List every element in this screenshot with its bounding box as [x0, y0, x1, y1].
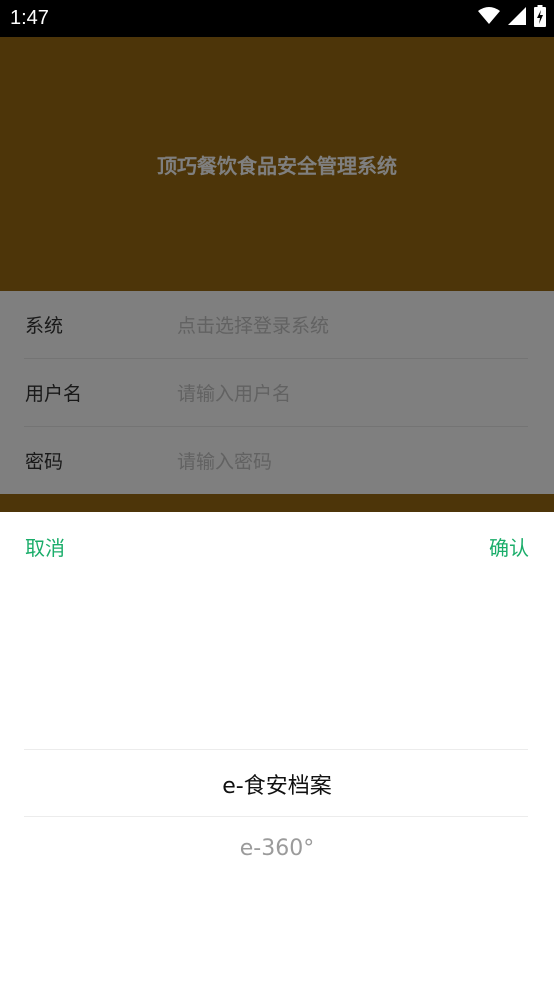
status-time: 1:47	[10, 7, 49, 29]
screen: 1:47 顶巧餐饮食品安全管理系统	[0, 0, 554, 986]
picker-selection-line-top	[24, 749, 528, 750]
confirm-button[interactable]: 确认	[489, 532, 529, 561]
picker-selection-line-bottom	[24, 816, 528, 817]
cellular-signal-icon	[508, 7, 526, 29]
wifi-icon	[478, 7, 500, 29]
cancel-button[interactable]: 取消	[25, 532, 65, 561]
dim-overlay[interactable]	[0, 37, 554, 512]
battery-charging-icon	[534, 5, 546, 31]
picker-option[interactable]: e-食安档案	[0, 768, 554, 800]
status-icons	[478, 5, 546, 31]
picker-option[interactable]: e-360°	[0, 836, 554, 861]
status-bar: 1:47	[0, 0, 554, 37]
picker-sheet: 取消 确认 e-食安档案 e-360°	[0, 512, 554, 986]
